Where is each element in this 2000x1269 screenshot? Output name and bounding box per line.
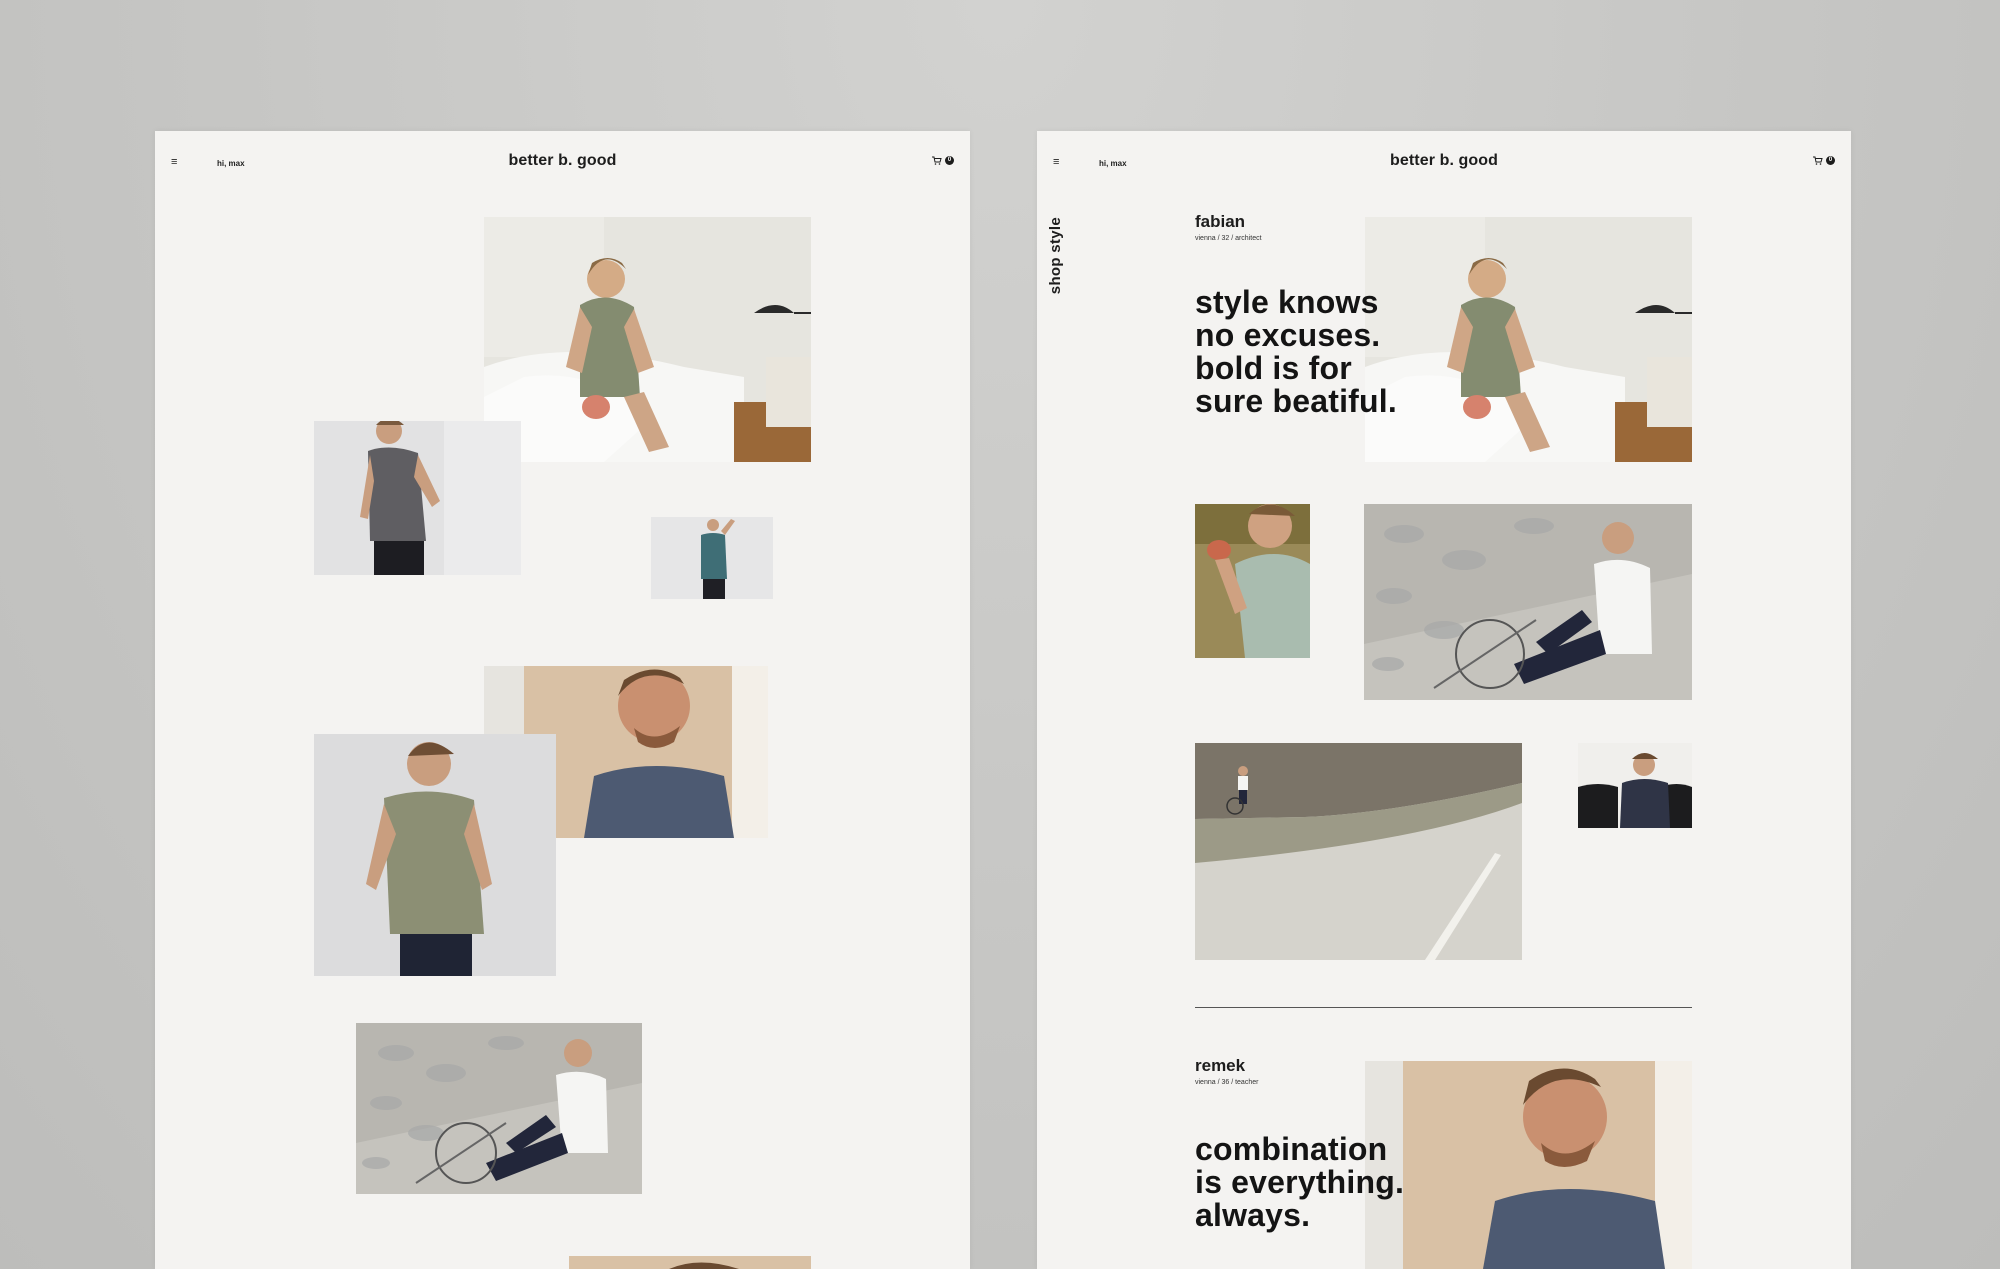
photo-laughing-sweater[interactable] [1365,1061,1692,1269]
brand-logo[interactable]: better b. good [155,152,970,170]
photo-cropped-bottom[interactable] [569,1256,811,1269]
left-page-mockup: ≡ hi, max better b. good 0 [155,131,970,1269]
profile-quote: combination is everything. always. [1195,1131,1405,1233]
photo-bedroom[interactable] [1365,217,1692,462]
right-page-mockup: ≡ hi, max better b. good 0 shop style fa… [1037,131,1851,1269]
cart-count-badge: 0 [945,156,954,165]
profile-meta: vienna / 36 / teacher [1195,1079,1259,1086]
profile-name[interactable]: remek [1195,1056,1245,1076]
photo-sitting-cyclist[interactable] [356,1023,642,1194]
profile-name[interactable]: fabian [1195,212,1245,232]
profile-quote: style knows no excuses. bold is for sure… [1195,284,1397,419]
photo-black-couch[interactable] [1578,743,1692,828]
photo-bedroom[interactable] [484,217,811,462]
cart-icon [932,156,942,165]
photo-grey-tshirt[interactable] [314,421,521,575]
cart-button[interactable]: 0 [1813,156,1835,165]
photo-teal-tshirt[interactable] [651,517,773,599]
cart-count-badge: 0 [1826,156,1835,165]
section-divider [1195,1007,1692,1008]
cart-icon [1813,156,1823,165]
photo-riverside[interactable] [1195,743,1522,960]
photo-drinking-cup[interactable] [1195,504,1310,658]
photo-olive-tshirt[interactable] [314,734,556,976]
cart-button[interactable]: 0 [932,156,954,165]
profile-meta: vienna / 32 / architect [1195,235,1262,242]
shop-style-link[interactable]: shop style [1047,217,1064,294]
photo-sitting-cyclist[interactable] [1364,504,1692,700]
brand-logo[interactable]: better b. good [1037,152,1851,170]
